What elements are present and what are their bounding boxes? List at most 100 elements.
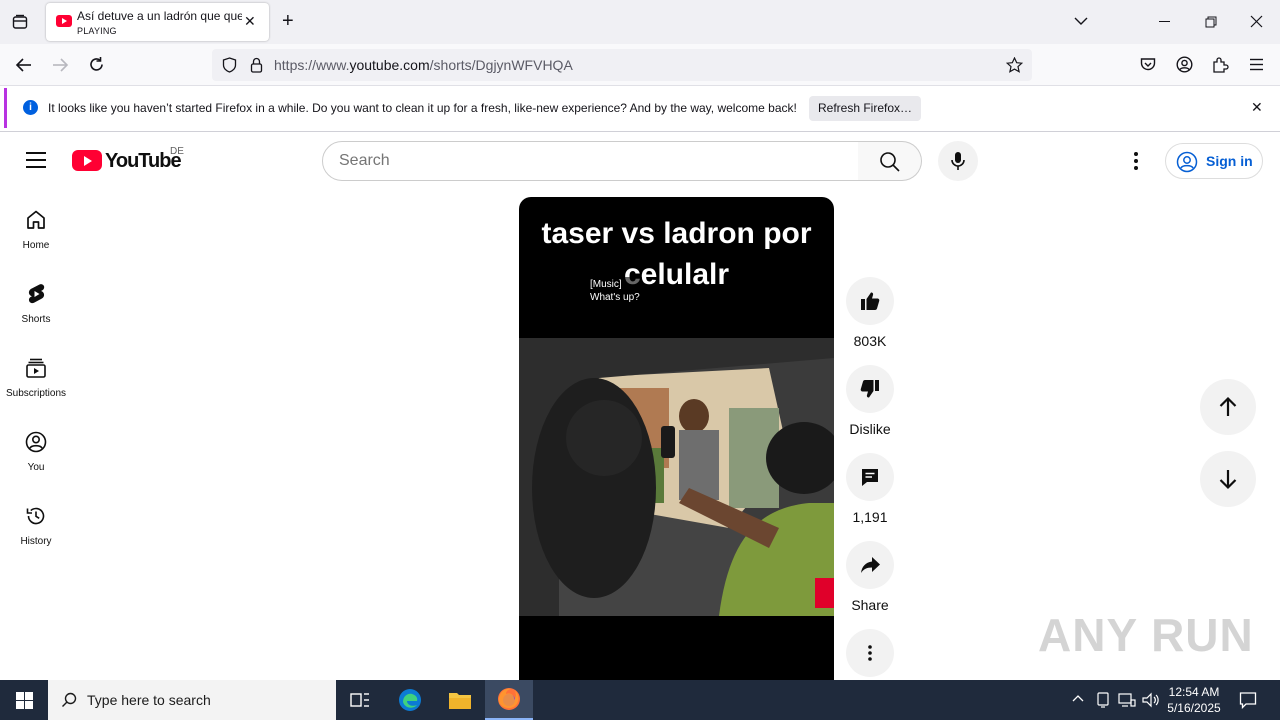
url-bar[interactable]: https://www.youtube.com/shorts/DgjynWFVH… bbox=[212, 49, 1032, 81]
file-explorer-taskbar-button[interactable] bbox=[436, 680, 484, 720]
search-box[interactable] bbox=[322, 141, 859, 181]
browser-nav-bar: https://www.youtube.com/shorts/DgjynWFVH… bbox=[0, 44, 1280, 86]
sidebar-item-subscriptions[interactable]: Subscriptions bbox=[0, 356, 72, 430]
forward-icon[interactable] bbox=[52, 57, 69, 73]
lock-icon[interactable] bbox=[250, 57, 263, 73]
search-button[interactable] bbox=[858, 141, 922, 181]
task-view-button[interactable] bbox=[336, 680, 384, 720]
notification-close-icon[interactable]: ✕ bbox=[1251, 99, 1263, 116]
minimize-icon[interactable] bbox=[1159, 21, 1170, 22]
more-vert-icon bbox=[868, 645, 872, 661]
youtube-play-icon bbox=[72, 150, 102, 171]
sidebar-item-history[interactable]: History bbox=[0, 504, 72, 578]
menu-hamburger-icon[interactable] bbox=[1249, 58, 1264, 71]
edge-icon bbox=[399, 689, 421, 711]
restore-icon[interactable] bbox=[1205, 16, 1217, 28]
search-icon bbox=[880, 152, 900, 172]
anyrun-watermark: ANY RUN bbox=[1038, 609, 1254, 661]
next-short-button[interactable] bbox=[1200, 451, 1256, 507]
video-caption-overlay: taser vs ladron por celulalr bbox=[541, 217, 812, 291]
back-icon[interactable] bbox=[15, 57, 32, 73]
browser-tab-bar: Así detuve a un ladrón que quería robar … bbox=[0, 0, 1280, 44]
network-icon[interactable] bbox=[1118, 692, 1136, 708]
comments-button[interactable]: 1,191 bbox=[846, 453, 894, 525]
search-input[interactable] bbox=[339, 150, 839, 172]
share-icon bbox=[861, 557, 880, 573]
new-tab-icon[interactable]: + bbox=[282, 11, 294, 31]
dislike-button[interactable]: Dislike bbox=[846, 365, 894, 437]
like-button[interactable]: 803K bbox=[846, 277, 894, 349]
windows-logo-icon bbox=[16, 692, 33, 709]
home-icon bbox=[27, 210, 45, 229]
history-icon bbox=[26, 507, 45, 525]
folder-icon bbox=[449, 693, 471, 709]
firefox-view-icon[interactable] bbox=[12, 14, 28, 30]
sidebar-item-label: Shorts bbox=[21, 314, 51, 325]
tab-title: Así detuve a un ladrón que quería robar … bbox=[77, 9, 242, 23]
video-frame bbox=[519, 338, 834, 616]
window-close-icon[interactable] bbox=[1250, 15, 1263, 28]
notifications-icon[interactable] bbox=[1239, 691, 1257, 709]
sidebar-item-shorts[interactable]: Shorts bbox=[0, 282, 72, 356]
content-divider bbox=[0, 131, 1280, 132]
arrow-up-icon bbox=[1219, 396, 1237, 416]
firefox-icon bbox=[498, 688, 520, 710]
voice-search-button[interactable] bbox=[938, 141, 978, 181]
search-icon bbox=[62, 692, 77, 707]
list-all-tabs-icon[interactable] bbox=[1074, 16, 1088, 26]
share-button[interactable]: Share bbox=[846, 541, 894, 613]
thumbs-up-icon bbox=[861, 292, 880, 310]
guide-menu-icon[interactable] bbox=[26, 152, 46, 168]
windows-taskbar: Type here to search 12:54 AM 5/16/2025 bbox=[0, 680, 1280, 720]
extensions-icon[interactable] bbox=[1212, 56, 1229, 73]
share-label: Share bbox=[851, 597, 889, 613]
sidebar-item-home[interactable]: Home bbox=[0, 208, 72, 282]
clock-time: 12:54 AM bbox=[1168, 685, 1220, 699]
notification-message: It looks like you haven’t started Firefo… bbox=[48, 101, 797, 115]
show-hidden-icons-chevron-icon[interactable] bbox=[1072, 694, 1084, 702]
reload-icon[interactable] bbox=[88, 56, 105, 73]
comment-icon bbox=[862, 469, 878, 486]
device-icon[interactable] bbox=[1096, 692, 1110, 708]
account-icon[interactable] bbox=[1176, 56, 1193, 73]
clock[interactable]: 12:54 AM 5/16/2025 bbox=[1158, 684, 1230, 716]
pocket-icon[interactable] bbox=[1140, 57, 1156, 72]
sidebar-item-label: Subscriptions bbox=[5, 388, 67, 399]
comment-count: 1,191 bbox=[852, 509, 888, 525]
video-subtitles: [Music] What's up? bbox=[588, 277, 642, 305]
settings-more-icon[interactable] bbox=[1126, 150, 1146, 172]
youtube-favicon-icon bbox=[56, 15, 72, 27]
shorts-video-player[interactable]: taser vs ladron por celulalr [Music] What… bbox=[519, 197, 834, 680]
firefox-taskbar-button[interactable] bbox=[485, 680, 533, 720]
previous-short-button[interactable] bbox=[1200, 379, 1256, 435]
shorts-icon bbox=[28, 284, 45, 304]
country-code: DE bbox=[170, 146, 184, 157]
like-count: 803K bbox=[853, 333, 887, 349]
sidebar-item-you[interactable]: You bbox=[0, 430, 72, 504]
tab-close-icon[interactable]: ✕ bbox=[244, 13, 256, 30]
start-button[interactable] bbox=[0, 680, 48, 720]
url-text: https://www.youtube.com/shorts/DgjynWFVH… bbox=[274, 57, 573, 73]
info-icon: i bbox=[23, 100, 38, 115]
taskbar-search-placeholder: Type here to search bbox=[87, 692, 211, 708]
sidebar-item-label: Home bbox=[22, 240, 50, 251]
you-icon bbox=[25, 431, 47, 453]
taskbar-search-box[interactable]: Type here to search bbox=[48, 680, 336, 720]
sign-in-label: Sign in bbox=[1206, 153, 1253, 169]
bookmark-star-icon[interactable] bbox=[1006, 57, 1023, 73]
firefox-refresh-notification: i It looks like you haven’t started Fire… bbox=[4, 88, 1276, 128]
subscriptions-icon bbox=[26, 358, 46, 378]
tab-playing-status: PLAYING bbox=[77, 26, 117, 36]
refresh-firefox-button[interactable]: Refresh Firefox… bbox=[809, 96, 921, 121]
tracking-protection-shield-icon[interactable] bbox=[222, 57, 237, 73]
more-actions-button[interactable] bbox=[846, 629, 894, 677]
microphone-icon bbox=[951, 152, 965, 170]
user-circle-icon bbox=[1176, 151, 1198, 173]
arrow-down-icon bbox=[1219, 470, 1237, 490]
edge-taskbar-button[interactable] bbox=[386, 680, 434, 720]
sidebar-item-label: History bbox=[20, 536, 52, 547]
task-view-icon bbox=[350, 693, 369, 707]
sign-in-button[interactable]: Sign in bbox=[1165, 143, 1263, 179]
clock-date: 5/16/2025 bbox=[1167, 701, 1221, 715]
active-tab[interactable]: Así detuve a un ladrón que quería robar … bbox=[46, 3, 269, 41]
